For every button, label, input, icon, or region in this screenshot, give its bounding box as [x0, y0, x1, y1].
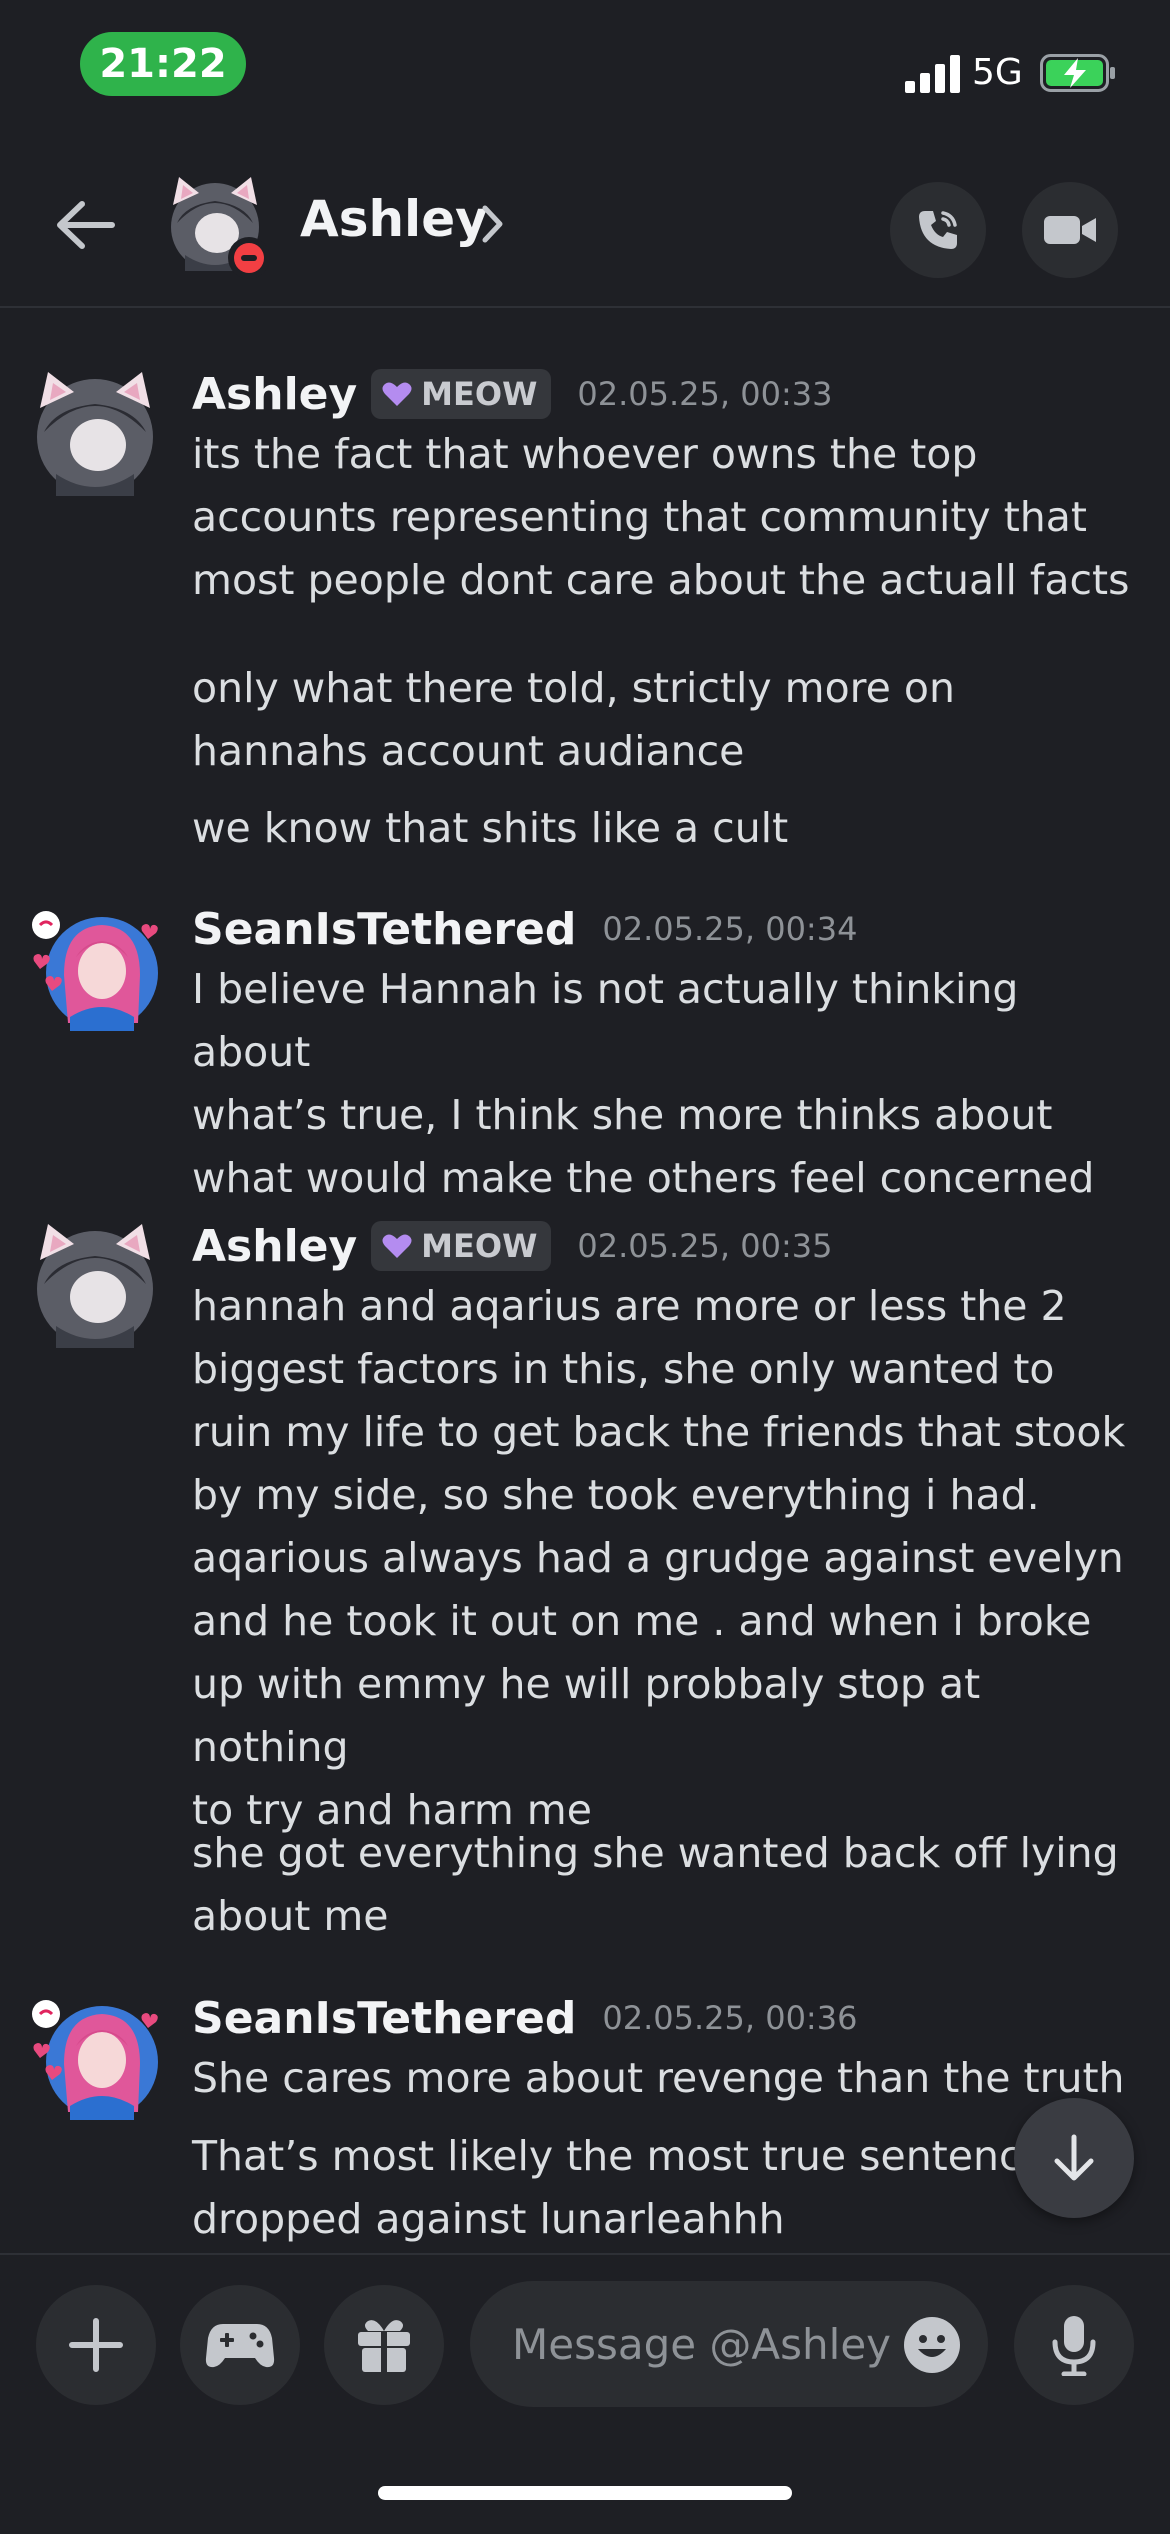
author-name[interactable]: SeanIsTethered	[192, 1993, 576, 2044]
home-indicator[interactable]	[378, 2486, 792, 2500]
dnd-status-badge	[228, 237, 270, 279]
avatar[interactable]	[30, 1222, 160, 1352]
activities-button[interactable]	[180, 2285, 300, 2405]
avatar[interactable]	[30, 905, 160, 1035]
chevron-right-icon[interactable]	[480, 202, 506, 246]
message-input[interactable]: Message @Ashley	[470, 2281, 988, 2407]
voice-call-button[interactable]	[890, 182, 986, 278]
heart-icon	[382, 1234, 412, 1258]
status-time: 21:22	[80, 32, 246, 96]
message-timestamp: 02.05.25, 00:33	[577, 375, 833, 413]
battery-charging-icon	[1040, 54, 1115, 92]
message-header: SeanIsTethered 02.05.25, 00:36	[192, 1988, 857, 2048]
network-type: 5G	[972, 52, 1023, 93]
message-list[interactable]: Ashley MEOW 02.05.25, 00:33 its the fact…	[0, 308, 1170, 2253]
message-text[interactable]: hannah and aqarius are more or less the …	[192, 1275, 1142, 1842]
message-header: Ashley MEOW 02.05.25, 00:33	[192, 364, 832, 424]
message-header: SeanIsTethered 02.05.25, 00:34	[192, 899, 857, 959]
message-timestamp: 02.05.25, 00:35	[577, 1227, 833, 1265]
gift-button[interactable]	[324, 2285, 444, 2405]
scroll-to-bottom-button[interactable]	[1014, 2098, 1134, 2218]
message-text[interactable]: I believe Hannah is not actually thinkin…	[192, 958, 1142, 1210]
message-text[interactable]: we know that shits like a cult	[192, 797, 1142, 860]
video-call-button[interactable]	[1022, 182, 1118, 278]
message-text[interactable]: its the fact that whoever owns the top a…	[192, 423, 1142, 612]
video-camera-icon	[1044, 216, 1096, 244]
plus-icon	[69, 2318, 123, 2372]
message-timestamp: 02.05.25, 00:34	[602, 910, 858, 948]
author-name[interactable]: Ashley	[192, 1221, 357, 1272]
author-name[interactable]: Ashley	[192, 369, 357, 420]
message-text[interactable]: only what there told, strictly more on h…	[192, 657, 1142, 783]
author-name[interactable]: SeanIsTethered	[192, 904, 576, 955]
gift-icon	[358, 2320, 410, 2372]
arrow-down-icon	[1054, 2134, 1094, 2181]
server-tag-badge[interactable]: MEOW	[371, 369, 552, 419]
add-attachment-button[interactable]	[36, 2285, 156, 2405]
dm-header: Ashley	[0, 130, 1170, 308]
server-tag-badge[interactable]: MEOW	[371, 1221, 552, 1271]
avatar[interactable]	[30, 1994, 160, 2124]
message-header: Ashley MEOW 02.05.25, 00:35	[192, 1216, 832, 1276]
channel-title[interactable]: Ashley	[300, 190, 488, 248]
message-timestamp: 02.05.25, 00:36	[602, 1999, 858, 2037]
cellular-signal-icon	[905, 55, 960, 93]
emoji-icon[interactable]	[902, 2315, 962, 2375]
message-text[interactable]: She cares more about revenge than the tr…	[192, 2047, 1142, 2110]
message-text[interactable]: she got everything she wanted back off l…	[192, 1822, 1142, 1948]
gamepad-icon	[205, 2324, 275, 2368]
microphone-icon	[1052, 2316, 1096, 2376]
arrow-left-icon[interactable]	[50, 190, 120, 260]
voice-message-button[interactable]	[1014, 2285, 1134, 2405]
heart-icon	[382, 382, 412, 406]
phone-icon	[919, 211, 957, 249]
avatar[interactable]	[30, 370, 160, 500]
status-bar: 21:22 5G	[0, 0, 1170, 130]
message-input-placeholder: Message @Ashley	[512, 2319, 892, 2369]
message-text[interactable]: That’s most likely the most true sentenc…	[192, 2125, 1142, 2251]
